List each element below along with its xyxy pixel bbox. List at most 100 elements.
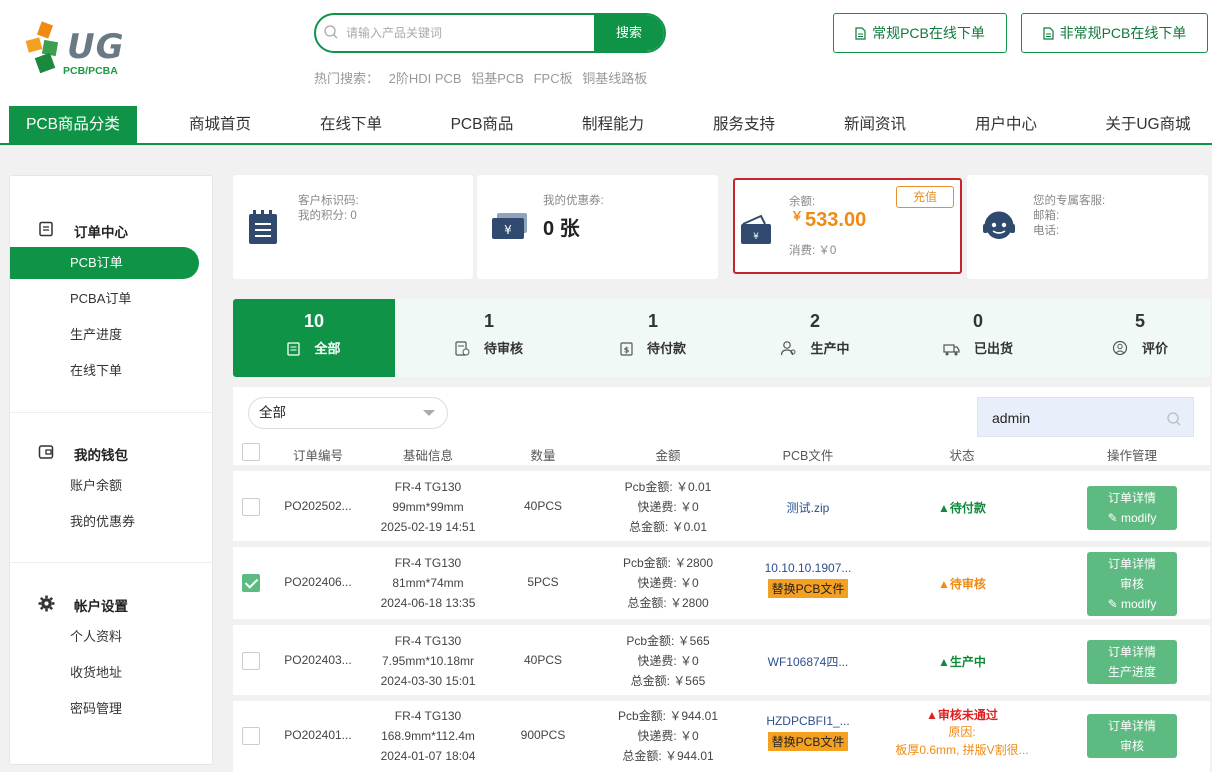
sidebar-item-profile[interactable]: 个人资料 — [10, 621, 199, 653]
status-cell: ▲审核未通过 原因: 板厚0.6mm, 拼版V割很... — [883, 706, 1041, 759]
quantity: 5PCS — [527, 575, 559, 589]
wallet-icon — [38, 445, 54, 459]
pcb-file-link[interactable]: HZDPCBFI1_... — [748, 714, 868, 728]
production-progress-button[interactable]: 生产进度 — [1087, 662, 1177, 682]
nav-pcb-categories[interactable]: PCB商品分类 — [9, 106, 137, 143]
basic-info: FR-4 TG130 99mm*99mm 2025-02-19 14:51 — [380, 480, 476, 534]
col-basic-info: 基础信息 — [402, 449, 453, 463]
logo-subtext: PCB/PCBA — [63, 65, 118, 77]
irregular-pcb-order-label: 非常规PCB在线下单 — [1059, 25, 1187, 41]
list-icon — [287, 342, 301, 356]
tab-all[interactable]: 10 全部 — [233, 299, 395, 377]
regular-pcb-order-label: 常规PCB在线下单 — [872, 25, 985, 41]
sidebar-item-balance[interactable]: 账户余额 — [10, 470, 199, 502]
replace-pcb-file-button[interactable]: 替换PCB文件 — [767, 732, 849, 751]
hot-term-fpc[interactable]: FPC板 — [534, 71, 573, 86]
user-search-input[interactable] — [992, 408, 1162, 428]
row-checkbox[interactable] — [242, 727, 260, 745]
modify-button[interactable]: ✎ modify — [1087, 508, 1177, 528]
balance-card: ¥ 余额: ￥ 533.00 充值 消费: ￥0 — [733, 178, 962, 274]
order-detail-button[interactable]: 订单详情 — [1087, 642, 1177, 662]
review-button[interactable]: 审核 — [1087, 574, 1177, 594]
search-icon[interactable] — [1167, 412, 1181, 426]
order-actions: 订单详情 审核 — [1087, 714, 1177, 758]
regular-pcb-order-button[interactable]: 常规PCB在线下单 — [833, 13, 1007, 53]
col-pcb-file: PCB文件 — [782, 449, 834, 463]
service-phone: 电话: — [1033, 225, 1060, 237]
quantity: 40PCS — [523, 653, 563, 667]
document-icon — [1042, 27, 1054, 40]
status-badge: ▲待付款 — [938, 501, 986, 515]
tab-pending-review[interactable]: 1 待审核 — [408, 299, 570, 377]
sidebar-item-password[interactable]: 密码管理 — [10, 693, 199, 725]
sidebar-item-pcb-orders[interactable]: PCB订单 — [10, 247, 199, 279]
pcb-file-link[interactable]: WF106874四... — [748, 653, 868, 670]
row-checkbox[interactable] — [242, 652, 260, 670]
sidebar-item-pcba-orders[interactable]: PCBA订单 — [10, 283, 199, 315]
sidebar: 订单中心 PCB订单 PCBA订单 生产进度 在线下单 我的钱包 账户余额 我的… — [9, 175, 213, 765]
order-detail-button[interactable]: 订单详情 — [1087, 554, 1177, 574]
order-detail-button[interactable]: 订单详情 — [1087, 716, 1177, 736]
sidebar-item-progress[interactable]: 生产进度 — [10, 319, 199, 351]
nav-online-order[interactable]: 在线下单 — [301, 106, 401, 143]
nav-support[interactable]: 服务支持 — [694, 106, 794, 143]
hot-term-aluminum[interactable]: 铝基PCB — [471, 71, 524, 86]
search-button[interactable]: 搜索 — [594, 15, 664, 51]
col-amount: 金额 — [655, 449, 681, 463]
service-card: 您的专属客服: 邮箱: 电话: — [967, 175, 1208, 279]
sidebar-item-address[interactable]: 收货地址 — [10, 657, 199, 689]
balance-amount: ￥ 533.00 — [791, 209, 867, 231]
sidebar-item-online-order[interactable]: 在线下单 — [10, 355, 199, 387]
orders-panel: 全部 订单编号 基础信息 数量 金额 PCB文件 状态 操作管理 PO20250… — [233, 387, 1210, 772]
pcb-file: 10.10.10.1907... 替换PCB文件 — [748, 561, 868, 598]
user-rating-icon — [1112, 340, 1128, 356]
modify-button[interactable]: ✎ modify — [1087, 594, 1177, 614]
pcb-file-link[interactable]: 10.10.10.1907... — [748, 561, 868, 575]
coupon-card: ¥ 我的优惠券: 0 张 — [477, 175, 718, 279]
nav-about[interactable]: 关于UG商城 — [1088, 106, 1208, 143]
nav-home[interactable]: 商城首页 — [170, 106, 270, 143]
order-id[interactable]: PO202403... — [273, 653, 363, 667]
hot-term-copper[interactable]: 铜基线路板 — [582, 71, 647, 86]
gear-icon — [38, 595, 55, 612]
status-filter-select[interactable]: 全部 — [248, 397, 448, 429]
nav-capability[interactable]: 制程能力 — [563, 106, 663, 143]
status-badge: ▲待审核 — [938, 577, 986, 591]
tab-pending-payment[interactable]: 1 $ 待付款 — [572, 299, 734, 377]
order-detail-button[interactable]: 订单详情 — [1087, 488, 1177, 508]
row-checkbox[interactable] — [242, 498, 260, 516]
logo-text: UG — [67, 27, 125, 67]
nav-user-center[interactable]: 用户中心 — [956, 106, 1056, 143]
pcb-file-link[interactable]: 测试.zip — [748, 499, 868, 516]
order-id[interactable]: PO202406... — [273, 575, 363, 589]
amount: Pcb金额: ￥565 快递费: ￥0 总金额: ￥565 — [626, 634, 710, 688]
svg-text:$: $ — [624, 346, 630, 355]
reject-reason: 板厚0.6mm, 拼版V割很... — [895, 743, 1029, 757]
sidebar-group-orders: 订单中心 — [38, 221, 128, 241]
sidebar-group-account: 帐户设置 — [38, 595, 128, 615]
basic-info: FR-4 TG130 168.9mm*112.4m 2024-01-07 18:04 — [380, 709, 476, 763]
basic-info: FR-4 TG130 81mm*74mm 2024-06-18 13:35 — [380, 556, 476, 610]
search-input[interactable] — [346, 21, 596, 45]
order-id[interactable]: PO202502... — [273, 499, 363, 513]
review-icon — [455, 341, 470, 356]
col-quantity: 数量 — [530, 449, 556, 463]
nav-news[interactable]: 新闻资讯 — [825, 106, 925, 143]
review-button[interactable]: 审核 — [1087, 736, 1177, 756]
recharge-button[interactable]: 充值 — [896, 186, 954, 208]
tab-review[interactable]: 5 评价 — [1059, 299, 1212, 377]
select-all-checkbox[interactable] — [242, 443, 260, 461]
customer-code-label: 客户标识码: — [298, 195, 359, 207]
site-logo[interactable]: UG PCB/PCBA — [9, 13, 149, 85]
sidebar-item-coupons[interactable]: 我的优惠券 — [10, 506, 199, 538]
nav-pcb-products[interactable]: PCB商品 — [432, 106, 532, 143]
row-checkbox-checked[interactable] — [242, 574, 260, 592]
irregular-pcb-order-button[interactable]: 非常规PCB在线下单 — [1021, 13, 1208, 53]
tab-shipped[interactable]: 0 已出货 — [897, 299, 1059, 377]
order-actions: 订单详情 生产进度 — [1087, 640, 1177, 684]
tab-in-production[interactable]: 2 生产中 — [734, 299, 896, 377]
customer-service-icon — [983, 211, 1015, 239]
hot-term-hdi[interactable]: 2阶HDI PCB — [389, 71, 462, 86]
replace-pcb-file-button[interactable]: 替换PCB文件 — [767, 579, 849, 598]
order-id[interactable]: PO202401... — [273, 728, 363, 742]
